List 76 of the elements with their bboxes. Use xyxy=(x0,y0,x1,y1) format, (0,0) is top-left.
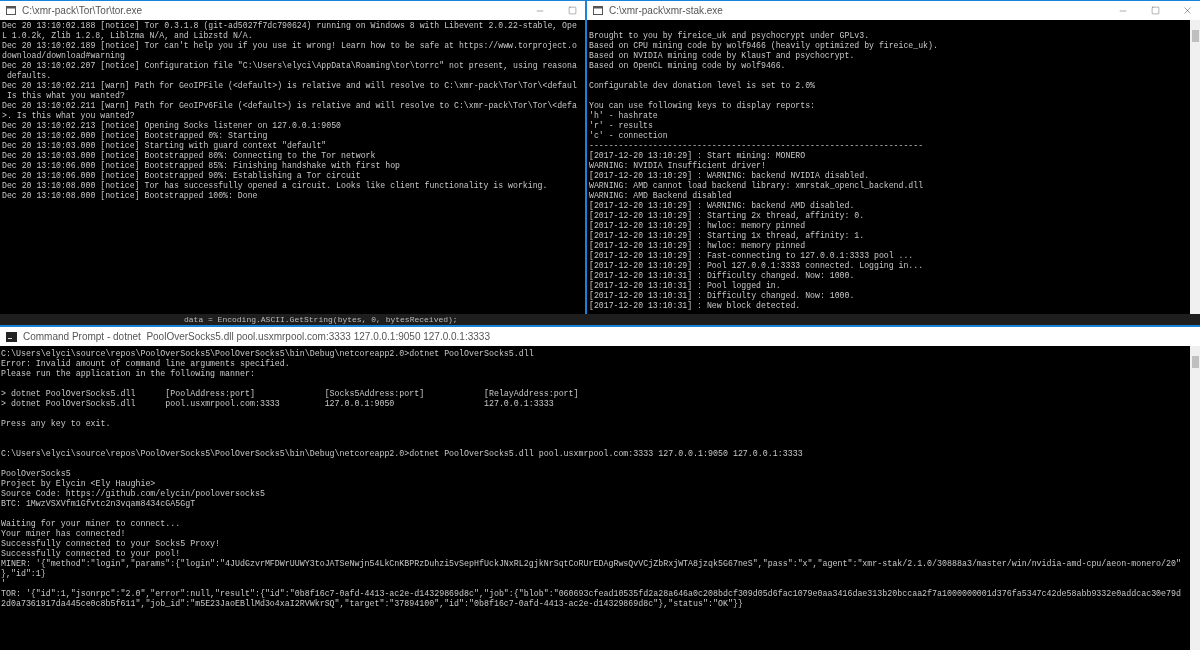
console-line: Waiting for your miner to connect... xyxy=(1,519,181,529)
console-line: WARNING: AMD cannot load backend library: xmrstak_opencl_backend.dll xyxy=(589,181,924,191)
console-line: Dec 20 13:10:02.189 [notice] Tor can't help you if you use it wrong! Learn how to be safe at https://www.torproject.o xyxy=(2,41,577,51)
console-line: Is this what you wanted? xyxy=(5,91,125,101)
console-line: Brought to you by fireice_uk and psychocrypt under GPLv3. xyxy=(589,31,870,41)
console-line: TOR: '{"id":1,"jsonrpc":"2.0","error":null,"result":{"id":"0b8f16c7-0afd-4413-ac2e-d14329869d8c","job":{"blob":"060693cfead10535fd2a28a646a0c208bdcf309d05d6fac1079e0aa3416dae313b20bccaa2f7a1000000001d376fa5347c42de58abb9332e0addcac30e79d xyxy=(1,589,1181,599)
console-line: >. Is this what you wanted? xyxy=(2,111,135,121)
console-line: Dec 20 13:10:02.207 [notice] Configuration file "C:\Users\elyci\AppData\Roaming\tor\torrc" not present, using reasona xyxy=(2,61,577,71)
console-line: Dec 20 13:10:02.213 [notice] Opening Socks listener on 127.0.0.1:9050 xyxy=(2,121,342,131)
console-line: > dotnet PoolOverSocks5.dll pool.usxmrpool.com:3333 127.0.0.1:9050 127.0.0.1:3333 xyxy=(1,399,554,409)
console-line: C:\Users\elyci\source\repos\PoolOverSocks5\PoolOverSocks5\bin\Debug\netcoreapp2.0>dotnet PoolOverSocks5.dll xyxy=(1,349,534,359)
console-line: Press any key to exit. xyxy=(1,419,111,429)
console-line: download/download#warning xyxy=(2,51,125,61)
console-line: [2017-12-20 13:10:31] : Difficulty changed. Now: 1000. xyxy=(589,271,855,281)
console-line: Dec 20 13:10:08.000 [notice] Bootstrapped 100%: Done xyxy=(2,191,258,201)
console-line: [2017-12-20 13:10:29] : Fast-connecting to 127.0.0.1:3333 pool ... xyxy=(589,251,914,261)
scrollbar[interactable] xyxy=(1190,20,1200,317)
console-line: [2017-12-20 13:10:31] : Difficulty changed. Now: 1000. xyxy=(589,291,855,301)
console-line: WARNING: NVIDIA Insufficient driver! xyxy=(589,161,766,171)
console-line: Based on NVIDIA mining code by KlausT and psychocrypt. xyxy=(589,51,855,61)
terminal-icon xyxy=(6,331,17,342)
window-icon xyxy=(593,6,603,15)
window-title: Command Prompt - dotnet PoolOverSocks5.dll pool.usxmrpool.com:3333 127.0.0.1:9050 127.0.0.1:3333 xyxy=(23,330,490,344)
console-line: [2017-12-20 13:10:29] : hwloc: memory pinned xyxy=(589,221,806,231)
console-line: 2d0a7361917da445ce0c8b5f611","job_id":"m5E23JaoEBllMd3o4xaI2RVWkrSQ","target":"37894100","id":"0b8f16c7-0afd-4413-ac2e-d14329869d8c"},"status":"OK"}} xyxy=(1,599,743,609)
console-line: C:\Users\elyci\source\repos\PoolOverSocks5\PoolOverSocks5\bin\Debug\netcoreapp2.0>dotnet PoolOverSocks5.dll pool.usxmrpool.com:3333 127.0.0.1:9050 127.0.0.1:3333 xyxy=(1,449,803,459)
code-line: data = Encoding.ASCII.GetString(bytes, 0, bytesReceived); xyxy=(184,314,458,325)
console-line: 'r' - results xyxy=(589,121,653,131)
window-title: C:\xmr-pack\xmr-stak.exe xyxy=(609,4,723,18)
console-line: Source Code: https://github.com/elycin/pooloversocks5 xyxy=(1,489,265,499)
console-line: [2017-12-20 13:10:29] : Pool 127.0.0.1:3333 connected. Logging in... xyxy=(589,261,924,271)
console-line: Please run the application in the following manner: xyxy=(1,369,255,379)
console-line: Dec 20 13:10:02.188 [notice] Tor 0.3.1.8 (git-ad5027f7dc790624) running on Windows 8 with Libevent 2.0.22-stable, Ope xyxy=(2,21,577,31)
console-line: Dec 20 13:10:03.000 [notice] Bootstrapped 80%: Connecting to the Tor network xyxy=(2,151,376,161)
maximize-icon xyxy=(1150,6,1160,15)
console-line: [2017-12-20 13:10:29] : Starting 2x thread, affinity: 0. xyxy=(589,211,865,221)
console-line: PoolOverSocks5 xyxy=(1,469,71,479)
console-line: defaults. xyxy=(5,71,52,81)
console-line: BTC: 1MwzVSXVfm1Gfvtc2n3vqam8434cGA5GgT xyxy=(1,499,196,509)
console-line: Error: Invalid amount of command line arguments specified. xyxy=(1,359,290,369)
console-line: Dec 20 13:10:02.211 [warn] Path for GeoIPv6File (<default>) is relative and will resolve to C:\xmr-pack\Tor\Tor\<defa xyxy=(2,101,577,111)
console-line: [2017-12-20 13:10:29] : Starting 1x thread, affinity: 1. xyxy=(589,231,865,241)
console-line: Configurable dev donation level is set to 2.0% xyxy=(589,81,815,91)
console-line: [2017-12-20 13:10:31] : Pool logged in. xyxy=(589,281,781,291)
console-line: L 1.0.2k, Zlib 1.2.8, Liblzma N/A, and Libzstd N/A. xyxy=(2,31,253,41)
maximize-icon xyxy=(567,6,577,15)
console-line: [2017-12-20 13:10:31] : New block detected. xyxy=(589,301,801,311)
console-line: Dec 20 13:10:03.000 [notice] Starting with guard context "default" xyxy=(2,141,327,151)
console-line: ' xyxy=(1,579,6,589)
console-line: [2017-12-20 13:10:29] : hwloc: memory pinned xyxy=(589,241,806,251)
console-line: Based on CPU mining code by wolf9466 (heavily optimized by fireice_uk). xyxy=(589,41,938,51)
console-line: Dec 20 13:10:02.211 [warn] Path for GeoIPFile (<default>) is relative and will resolve to C:\xmr-pack\Tor\Tor\<defaul xyxy=(2,81,577,91)
console-line: Based on OpenCL mining code by wolf9466. xyxy=(589,61,786,71)
window-title: C:\xmr-pack\Tor\Tor\tor.exe xyxy=(22,4,143,18)
console-line: -------------------------------------------------------------------- xyxy=(589,141,924,151)
console-line: Your miner has connected! xyxy=(1,529,126,539)
console-line: [2017-12-20 13:10:29] : WARNING: backend AMD disabled. xyxy=(589,201,855,211)
console-line: WARNING: AMD Backend disabled xyxy=(589,191,732,201)
console-line: Dec 20 13:10:08.000 [notice] Tor has successfully opened a circuit. Looks like client functionality is working. xyxy=(2,181,548,191)
console-line: > dotnet PoolOverSocks5.dll [PoolAddress:port] [Socks5Address:port] [RelayAddress:port] xyxy=(1,389,579,399)
console-line: [2017-12-20 13:10:29] : WARNING: backend NVIDIA disabled. xyxy=(589,171,870,181)
console-line: Dec 20 13:10:02.000 [notice] Bootstrapped 0%: Starting xyxy=(2,131,268,141)
console-line: Successfully connected to your Socks5 Proxy! xyxy=(1,539,221,549)
close-icon xyxy=(1181,5,1193,16)
console-line: [2017-12-20 13:10:29] : Start mining: MONERO xyxy=(589,151,806,161)
console-line: Dec 20 13:10:06.000 [notice] Bootstrapped 85%: Finishing handshake with first hop xyxy=(2,161,400,171)
console-line: 'c' - connection xyxy=(589,131,668,141)
console-line: 'h' - hashrate xyxy=(589,111,658,121)
console-line: You can use following keys to display reports: xyxy=(589,101,815,111)
console-line: Project by Elycin <Ely Haughie> xyxy=(1,479,156,489)
console-line: Successfully connected to your pool! xyxy=(1,549,181,559)
scrollbar[interactable] xyxy=(1190,346,1200,650)
console-line: Dec 20 13:10:06.000 [notice] Bootstrapped 90%: Establishing a Tor circuit xyxy=(2,171,361,181)
window-icon xyxy=(6,6,16,15)
console-line: MINER: '{"method":"login","params":{"login":"4JUdGzvrMFDWrUUWY3toJATSeNwjn54LkCnKBPRzDuhzi5vSepHfUckJNxRL2gjkNrSqtCoRUrEDAgRwsQvVCjZbRxjWTA8jzqk5G67neS","pass":"x","agent":"xmr-stak/2.1.0/30888a3/master/win/nvidia-amd-cpu/aeon-monero/20" xyxy=(1,559,1181,569)
console-line: },"id":1} xyxy=(1,569,46,579)
